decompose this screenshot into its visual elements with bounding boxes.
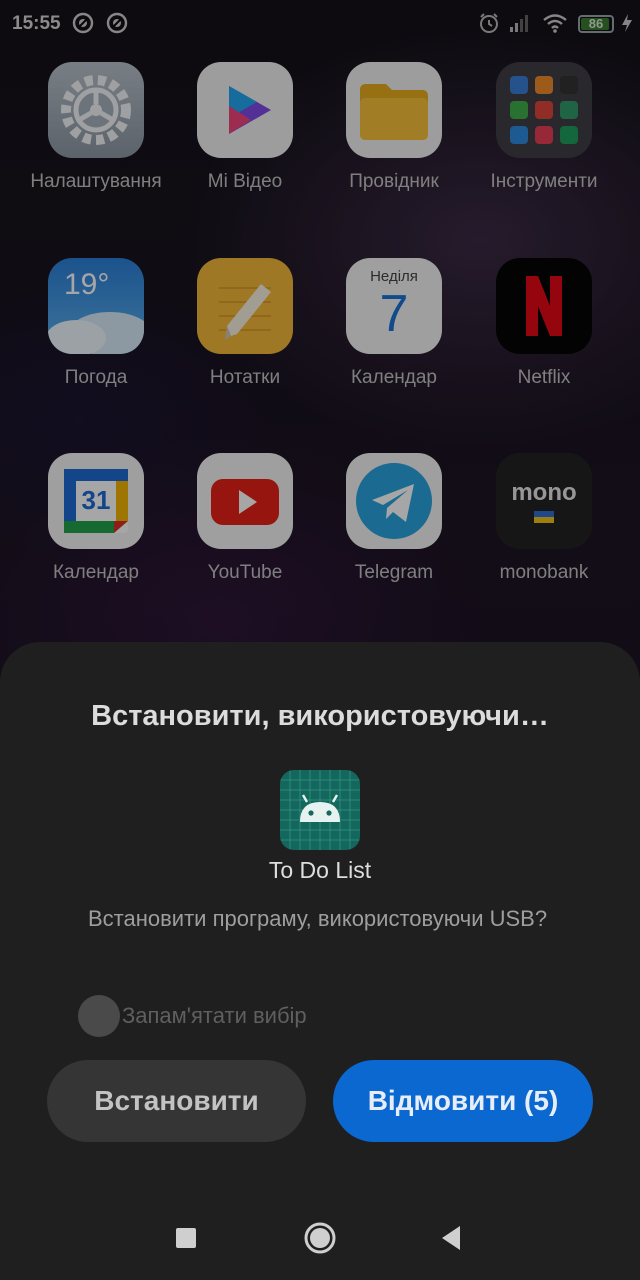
dialog-message: Встановити програму, використовуючи USB? — [88, 906, 548, 931]
remember-radio[interactable] — [78, 995, 120, 1037]
recents-square-icon[interactable] — [166, 1218, 206, 1258]
back-triangle-icon[interactable] — [432, 1218, 472, 1258]
android-app-icon — [280, 770, 360, 850]
package-name: To Do List — [268, 857, 372, 883]
remember-choice-option[interactable]: Запам'ятати вибір — [78, 995, 307, 1037]
install-button[interactable]: Встановити — [47, 1060, 306, 1142]
remember-label: Запам'ятати вибір — [122, 1003, 307, 1028]
dialog-title: Встановити, використовуючи… — [91, 700, 549, 732]
home-circle-icon[interactable] — [300, 1218, 340, 1258]
install-dialog-sheet: Встановити, використовуючи… To Do List В… — [0, 642, 640, 1280]
cancel-button[interactable]: Відмовити (5) — [333, 1060, 593, 1142]
